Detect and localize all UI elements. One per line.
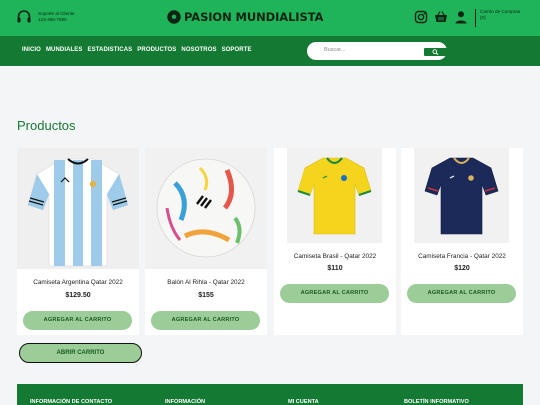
product-price: $129.50 [65, 292, 91, 299]
brand-logo[interactable]: PASION MUNDIALISTA [167, 10, 323, 24]
search-bar: Buscar... [307, 42, 447, 60]
product-image-francia-shirt[interactable] [414, 148, 509, 243]
section-title: Productos [17, 118, 76, 133]
product-name: Camiseta Argentina Qatar 2022 [33, 279, 123, 286]
product-image-brasil-shirt[interactable] [287, 148, 382, 243]
product-image-argentina-shirt[interactable] [17, 148, 139, 269]
add-to-cart-button[interactable]: AGREGAR AL CARRITO [23, 311, 132, 330]
search-icon [432, 49, 439, 55]
footer-contact-heading: INFORMACIÓN DE CONTACTO [30, 399, 113, 405]
header-icons [414, 10, 474, 24]
shopping-cart-summary[interactable]: Carrito de Compras (0) [475, 9, 520, 27]
soccer-ball-icon [167, 10, 181, 24]
headset-icon [17, 10, 31, 23]
add-to-cart-button[interactable]: AGREGAR AL CARRITO [151, 311, 260, 330]
footer-newsletter-heading: BOLETÍN INFORMATIVO [404, 399, 469, 405]
product-name: Camiseta Brasil - Qatar 2022 [293, 253, 377, 260]
product-price: $155 [198, 292, 214, 299]
product-price: $120 [454, 265, 470, 272]
nav-item-productos[interactable]: PRODUCTOS [137, 47, 176, 53]
support-phone: 123-456-7890 [38, 17, 67, 22]
product-card-ball: Balón Al Rihla - Qatar 2022 $155 AGREGAR… [145, 148, 267, 335]
add-to-cart-button[interactable]: AGREGAR AL CARRITO [407, 284, 516, 303]
product-card-argentina: Camiseta Argentina Qatar 2022 $129.50 AG… [17, 148, 139, 335]
user-icon[interactable] [454, 10, 468, 24]
product-name: Balón Al Rihla - Qatar 2022 [167, 279, 245, 286]
instagram-icon[interactable] [414, 10, 428, 24]
shopping-basket-icon[interactable] [434, 10, 448, 24]
main-nav: INICIO MUNDIALES ESTADISTICAS PRODUCTOS … [0, 36, 540, 66]
add-to-cart-button[interactable]: AGREGAR AL CARRITO [280, 284, 389, 303]
product-name: Camiseta Francia - Qatar 2022 [418, 253, 506, 260]
nav-item-inicio[interactable]: INICIO [22, 47, 41, 53]
nav-item-nosotros[interactable]: NOSOTROS [181, 47, 216, 53]
brand-name: PASION MUNDIALISTA [184, 10, 324, 24]
product-image-al-rihla-ball[interactable] [145, 148, 267, 269]
nav-item-mundiales[interactable]: MUNDIALES [46, 47, 83, 53]
search-button[interactable] [424, 48, 447, 56]
product-price: $110 [327, 265, 343, 272]
nav-item-estadisticas[interactable]: ESTADISTICAS [88, 47, 133, 53]
footer-account-heading: MI CUENTA [288, 399, 319, 405]
open-cart-button[interactable]: ABRIR CARRITO [19, 343, 142, 363]
nav-item-soporte[interactable]: SOPORTE [222, 47, 252, 53]
product-card-brasil: Camiseta Brasil - Qatar 2022 $110 AGREGA… [274, 148, 396, 335]
footer-info-heading: INFORMACIÓN [165, 399, 206, 405]
customer-support[interactable]: Soporte al Cliente 123-456-7890 [16, 9, 75, 25]
search-input[interactable]: Buscar... [324, 47, 345, 53]
cart-count: (0) [480, 15, 486, 20]
product-card-francia: Camiseta Francia - Qatar 2022 $120 AGREG… [401, 148, 523, 335]
top-bar: Soporte al Cliente 123-456-7890 PASION M… [0, 0, 540, 36]
nav-menu: INICIO MUNDIALES ESTADISTICAS PRODUCTOS … [22, 47, 257, 53]
footer: INFORMACIÓN DE CONTACTO INFORMACIÓN MI C… [17, 384, 523, 405]
cart-label: Carrito de Compras [480, 9, 521, 14]
